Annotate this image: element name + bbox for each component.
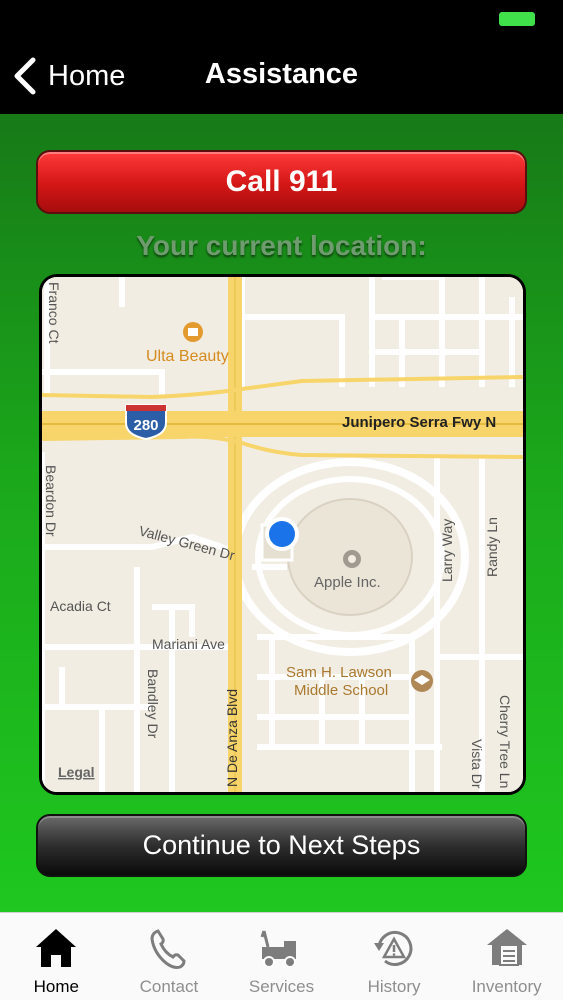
tab-contact-label: Contact — [139, 977, 199, 996]
map-label-school-line2: Middle School — [294, 682, 388, 699]
tow-truck-icon — [261, 930, 297, 968]
inventory-house-icon — [486, 929, 527, 966]
school-poi-icon — [411, 670, 433, 692]
map-label-junipero-serra: Junipero Serra Fwy N — [342, 414, 496, 431]
map-canvas[interactable]: 280 Franco Ct Ulta Beauty Junipero Serra… — [42, 277, 523, 792]
tab-services-label: Services — [248, 977, 315, 996]
tab-bar: Home Contact Services History Inventory — [0, 912, 563, 1000]
highway-shield-number: 280 — [133, 417, 158, 434]
navigation-bar: Home Assistance — [0, 40, 563, 114]
continue-next-steps-button[interactable]: Continue to Next Steps — [36, 814, 527, 877]
tab-inventory-label: Inventory — [471, 977, 542, 996]
map-label-beardon-dr: Beardon Dr — [43, 465, 59, 537]
tab-home-label: Home — [33, 977, 79, 996]
home-icon — [36, 929, 77, 967]
battery-icon — [499, 12, 535, 26]
map-label-franco-ct: Franco Ct — [46, 282, 62, 344]
tab-history[interactable]: History — [338, 913, 451, 1000]
map-label-randy-ln: Randy Ln — [484, 517, 500, 577]
highway-shield-icon: 280 — [125, 404, 167, 441]
tab-history-label: History — [367, 977, 421, 996]
map-label-vista-dr: Vista Dr — [469, 739, 485, 789]
page-title-text: Assistance — [204, 58, 359, 90]
tab-inventory[interactable]: Inventory — [450, 913, 563, 1000]
map-label-school-line1: Sam H. Lawson — [286, 664, 392, 681]
tab-services[interactable]: Services — [225, 913, 338, 1000]
location-map[interactable]: 280 Franco Ct Ulta Beauty Junipero Serra… — [39, 274, 526, 795]
tab-home[interactable]: Home — [0, 913, 113, 1000]
map-label-apple-inc: Apple Inc. — [314, 574, 381, 591]
map-label-bandley-dr: Bandley Dr — [145, 669, 161, 739]
history-warning-icon — [374, 930, 413, 966]
map-label-larry-way: Larry Way — [439, 519, 455, 582]
main-content: Call 911 Your current location: 280 Fran… — [0, 114, 563, 912]
apple-poi-icon — [343, 550, 361, 568]
map-label-de-anza-blvd: N De Anza Blvd — [224, 689, 240, 787]
phone-icon — [150, 929, 186, 969]
map-label-ulta-beauty: Ulta Beauty — [146, 348, 229, 365]
map-label-cherry-tree-ln: Cherry Tree Ln — [497, 695, 513, 788]
ulta-beauty-poi-icon — [183, 322, 203, 342]
page-title: Assistance — [0, 58, 563, 91]
current-location-marker — [265, 517, 299, 551]
current-location-heading: Your current location: — [136, 230, 427, 261]
map-legal-link[interactable]: Legal — [58, 764, 95, 780]
tab-contact[interactable]: Contact — [113, 913, 226, 1000]
call-911-button[interactable]: Call 911 — [36, 150, 527, 214]
status-bar — [0, 0, 563, 40]
map-label-mariani-ave: Mariani Ave — [152, 636, 225, 652]
map-label-acadia-ct: Acadia Ct — [50, 598, 111, 614]
